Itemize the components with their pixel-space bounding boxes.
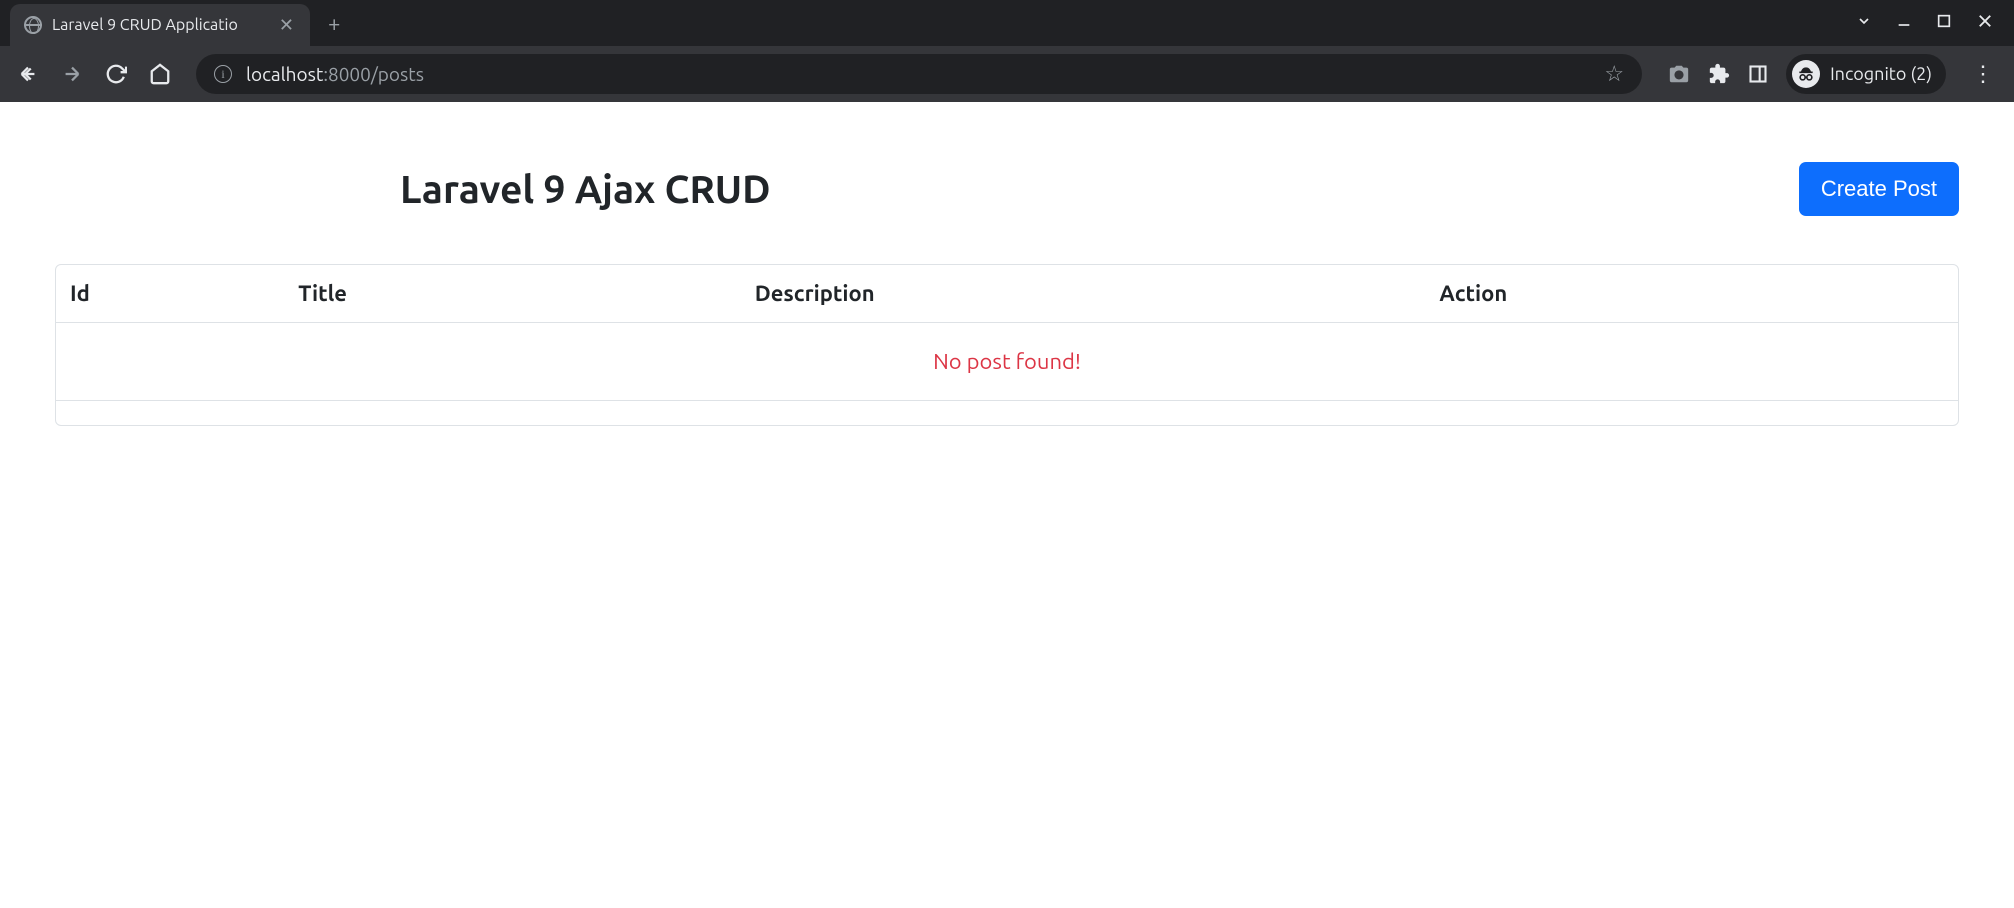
table-footer-row	[56, 401, 1958, 425]
column-header-id: Id	[56, 265, 284, 323]
maximize-icon[interactable]	[1936, 13, 1952, 33]
page-header: Laravel 9 Ajax CRUD Create Post	[55, 162, 1959, 216]
create-post-button[interactable]: Create Post	[1799, 162, 1959, 216]
incognito-icon	[1792, 60, 1820, 88]
column-header-description: Description	[741, 265, 1426, 323]
bookmark-star-icon[interactable]: ☆	[1604, 61, 1624, 87]
url-text: localhost:8000/posts	[246, 63, 1590, 85]
back-button[interactable]	[12, 58, 44, 90]
close-window-icon[interactable]	[1976, 12, 1994, 34]
new-tab-button[interactable]: +	[310, 11, 358, 36]
browser-toolbar: i localhost:8000/posts ☆ Incognito (2) ⋮	[0, 46, 2014, 102]
posts-table: Id Title Description Action No post foun…	[56, 265, 1958, 425]
menu-button[interactable]: ⋮	[1964, 61, 2002, 87]
toolbar-icons: Incognito (2)	[1662, 54, 1952, 94]
table-header-row: Id Title Description Action	[56, 265, 1958, 323]
home-button[interactable]	[144, 58, 176, 90]
info-icon[interactable]: i	[214, 65, 232, 83]
forward-button[interactable]	[56, 58, 88, 90]
empty-message: No post found!	[56, 323, 1958, 401]
minimize-icon[interactable]	[1896, 13, 1912, 33]
column-header-title: Title	[284, 265, 740, 323]
incognito-badge[interactable]: Incognito (2)	[1786, 54, 1946, 94]
browser-tab[interactable]: Laravel 9 CRUD Applicatio ✕	[10, 4, 310, 46]
address-bar[interactable]: i localhost:8000/posts ☆	[196, 54, 1642, 94]
close-tab-icon[interactable]: ✕	[277, 13, 296, 38]
posts-table-container: Id Title Description Action No post foun…	[55, 264, 1959, 426]
chevron-down-icon[interactable]	[1856, 13, 1872, 33]
camera-icon[interactable]	[1668, 63, 1690, 85]
browser-chrome: Laravel 9 CRUD Applicatio ✕ +	[0, 0, 2014, 102]
page-content: Laravel 9 Ajax CRUD Create Post Id Title…	[0, 102, 2014, 486]
incognito-label: Incognito (2)	[1830, 64, 1932, 84]
reload-button[interactable]	[100, 58, 132, 90]
window-controls	[1856, 12, 2014, 34]
extensions-icon[interactable]	[1708, 63, 1730, 85]
column-header-action: Action	[1425, 265, 1958, 323]
tab-bar: Laravel 9 CRUD Applicatio ✕ +	[0, 0, 2014, 46]
page-title: Laravel 9 Ajax CRUD	[400, 168, 771, 211]
empty-state-row: No post found!	[56, 323, 1958, 401]
panel-icon[interactable]	[1748, 64, 1768, 84]
tab-title: Laravel 9 CRUD Applicatio	[52, 16, 267, 34]
globe-icon	[24, 16, 42, 34]
